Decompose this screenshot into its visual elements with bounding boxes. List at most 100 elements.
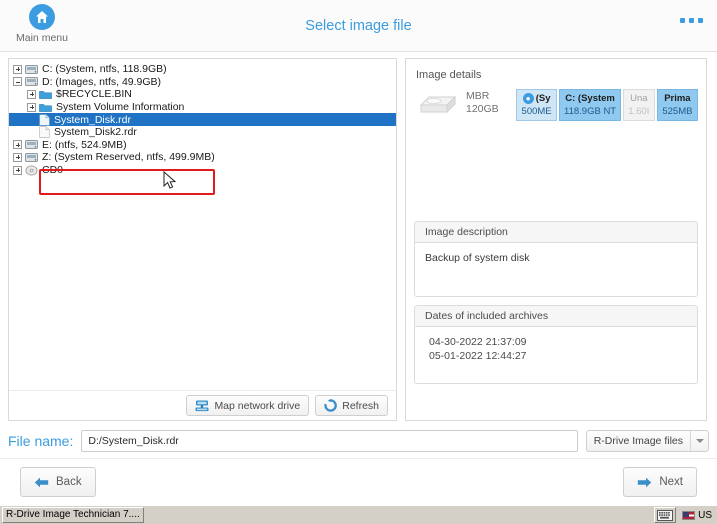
file-icon xyxy=(39,113,50,126)
partition-size: 118.9GB NT xyxy=(564,106,617,117)
next-button[interactable]: Next xyxy=(623,467,697,497)
partition-size: 500ME xyxy=(521,106,552,117)
map-network-drive-button[interactable]: Map network drive xyxy=(186,395,310,416)
disk-summary-row: MBR 120GB ● (Sy 500ME C: (System 118.9GB… xyxy=(414,89,698,121)
tree-item-z-drive[interactable]: Z: (System Reserved, ntfs, 499.9MB) xyxy=(9,151,396,164)
tree-item-system-volume-information[interactable]: System Volume Information xyxy=(9,101,396,114)
file-type-dropdown[interactable]: R-Drive Image files xyxy=(585,430,709,452)
partition-c[interactable]: C: (System 118.9GB NT xyxy=(559,89,621,121)
network-drive-icon xyxy=(195,400,209,411)
tree-item-label: Z: (System Reserved, ntfs, 499.9MB) xyxy=(42,151,215,164)
dates-list: 04-30-2022 21:37:09 05-01-2022 12:44:27 xyxy=(415,327,697,383)
tree-item-label: System_Disk.rdr xyxy=(54,113,132,126)
kebab-dot-1 xyxy=(680,18,685,23)
image-details-title: Image details xyxy=(416,69,482,81)
expander-plus-icon[interactable] xyxy=(13,64,22,74)
app-window: Main menu Select image file C: (System, … xyxy=(0,0,717,524)
taskbar-item-rdrive[interactable]: R-Drive Image Technician 7.... xyxy=(2,507,144,523)
hard-disk-icon xyxy=(419,95,457,114)
expander-plus-icon[interactable] xyxy=(27,89,36,99)
tree-item-c-drive[interactable]: C: (System, ntfs, 118.9GB) xyxy=(9,63,396,76)
kebab-dot-3 xyxy=(698,18,703,23)
file-tree-panel: C: (System, ntfs, 118.9GB) D: (Images, n… xyxy=(8,58,397,421)
expander-plus-icon[interactable] xyxy=(13,165,22,175)
page-title: Select image file xyxy=(305,18,412,34)
refresh-label: Refresh xyxy=(342,399,379,412)
back-label: Back xyxy=(56,476,82,488)
date-entry: 04-30-2022 21:37:09 xyxy=(429,336,527,348)
app-header: Main menu Select image file xyxy=(0,0,717,52)
folder-icon xyxy=(39,103,52,112)
date-entry: 05-01-2022 12:44:27 xyxy=(429,350,527,362)
image-description-text: Backup of system disk xyxy=(425,252,530,264)
partition-label: Prima xyxy=(664,93,691,104)
drive-icon xyxy=(25,64,38,74)
expander-plus-icon[interactable] xyxy=(27,102,36,112)
map-network-drive-label: Map network drive xyxy=(214,399,301,412)
dates-title: Dates of included archives xyxy=(415,306,697,327)
file-name-label: File name: xyxy=(8,433,74,449)
more-options-icon[interactable] xyxy=(680,18,703,23)
file-type-value: R-Drive Image files xyxy=(593,435,683,447)
partition-label: C: (System xyxy=(565,93,615,104)
partition-bar: ● (Sy 500ME C: (System 118.9GB NT Una 1.… xyxy=(516,89,698,121)
partition-label: Una xyxy=(630,93,648,104)
drive-icon xyxy=(25,77,38,87)
tree-item-recycle-bin[interactable]: $RECYCLE.BIN xyxy=(9,88,396,101)
keyboard-icon[interactable] xyxy=(654,507,677,523)
file-icon xyxy=(39,126,50,139)
dates-box: Dates of included archives 04-30-2022 21… xyxy=(414,305,698,384)
arrow-right-icon xyxy=(638,477,652,487)
system-partition-icon: ● xyxy=(522,93,534,104)
partition-label: (Sy xyxy=(535,93,551,104)
back-button[interactable]: Back xyxy=(20,467,96,497)
partition-name-wrap: ● (Sy xyxy=(522,92,551,105)
image-details-panel: Image details MBR 120GB ● (Sy 500ME C: (… xyxy=(405,58,707,421)
tree-item-system-disk-rdr[interactable]: System_Disk.rdr xyxy=(9,113,396,126)
cd-icon xyxy=(25,164,38,176)
refresh-icon xyxy=(324,399,338,412)
disk-capacity: 120GB xyxy=(466,103,499,115)
expander-plus-icon[interactable] xyxy=(13,152,22,162)
tree-item-system-disk2-rdr[interactable]: System_Disk2.rdr xyxy=(9,126,396,139)
file-name-input[interactable] xyxy=(81,430,578,452)
tree-item-cd0[interactable]: CD0 xyxy=(9,164,396,177)
arrow-left-icon xyxy=(34,477,49,487)
tree-item-label: E: (ntfs, 524.9MB) xyxy=(42,138,127,151)
us-flag-icon xyxy=(682,510,696,520)
tree-panel-footer: Map network drive Refresh xyxy=(9,390,396,420)
tree-item-d-drive[interactable]: D: (Images, ntfs, 49.9GB) xyxy=(9,76,396,89)
wizard-navigation: Back Next xyxy=(0,458,717,505)
partition-size: 1.60I xyxy=(628,106,650,117)
main-content: C: (System, ntfs, 118.9GB) D: (Images, n… xyxy=(0,52,717,424)
image-description-title: Image description xyxy=(415,222,697,243)
tree-item-label: System_Disk2.rdr xyxy=(54,126,137,139)
partition-primary[interactable]: Prima 525MB xyxy=(656,89,698,121)
refresh-button[interactable]: Refresh xyxy=(315,395,388,416)
system-tray: US xyxy=(654,507,715,523)
drive-icon xyxy=(25,140,38,150)
file-name-row: File name: R-Drive Image files xyxy=(0,424,717,458)
partition-size: 525MB xyxy=(662,106,693,117)
taskbar: R-Drive Image Technician 7.... US xyxy=(0,505,717,524)
keyboard-glyph xyxy=(657,509,674,521)
disk-scheme: MBR xyxy=(466,90,490,102)
expander-plus-icon[interactable] xyxy=(13,140,22,150)
expander-minus-icon[interactable] xyxy=(13,77,22,87)
language-indicator[interactable]: US xyxy=(679,507,715,523)
partition-unallocated[interactable]: Una 1.60I xyxy=(622,89,655,121)
tree-item-label: C: (System, ntfs, 118.9GB) xyxy=(42,63,167,76)
image-description-box: Image description Backup of system disk xyxy=(414,221,698,297)
tree-item-e-drive[interactable]: E: (ntfs, 524.9MB) xyxy=(9,139,396,152)
tree-item-label: $RECYCLE.BIN xyxy=(56,88,132,101)
language-label: US xyxy=(698,509,712,521)
tree-item-label: System Volume Information xyxy=(56,101,185,114)
kebab-dot-2 xyxy=(689,18,694,23)
disk-meta: MBR 120GB xyxy=(466,89,508,116)
file-tree[interactable]: C: (System, ntfs, 118.9GB) D: (Images, n… xyxy=(9,59,396,390)
chevron-down-icon[interactable] xyxy=(690,431,708,451)
folder-icon xyxy=(39,91,52,99)
tree-item-label: D: (Images, ntfs, 49.9GB) xyxy=(42,75,162,88)
next-label: Next xyxy=(659,476,683,488)
partition-system[interactable]: ● (Sy 500ME xyxy=(516,89,558,121)
